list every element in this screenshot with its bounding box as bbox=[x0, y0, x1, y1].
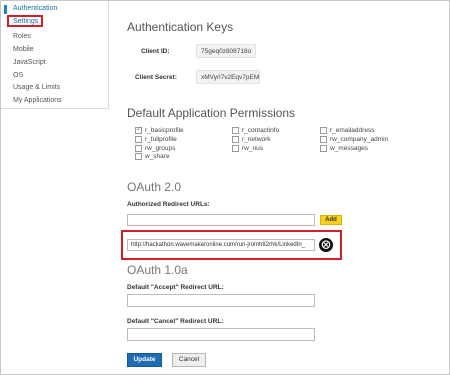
perm-label: w_share bbox=[145, 153, 170, 160]
cancel-url-input[interactable] bbox=[127, 328, 315, 341]
perm-label: r_network bbox=[242, 136, 271, 143]
perm-label: rw_groups bbox=[145, 145, 176, 152]
redirect-url-input[interactable] bbox=[127, 214, 315, 226]
checkbox-r-emailaddress[interactable] bbox=[320, 127, 327, 134]
perm-label: r_basicprofile bbox=[145, 127, 184, 134]
client-secret-label: Client Secret: bbox=[135, 74, 177, 81]
client-secret-value: xMVyrl7v2Eqv7pEM bbox=[196, 70, 260, 84]
checkbox-w-share[interactable] bbox=[135, 153, 142, 160]
perm-rw-company-admin[interactable]: rw_company_admin bbox=[320, 136, 388, 143]
perm-r-contactinfo[interactable]: r_contactinfo bbox=[232, 127, 279, 134]
remove-url-icon[interactable]: ⨂ bbox=[319, 238, 333, 252]
cancel-url-label: Default "Cancel" Redirect URL: bbox=[127, 318, 224, 325]
accept-url-label: Default "Accept" Redirect URL: bbox=[127, 284, 224, 291]
redirect-url-entry[interactable]: http://hackathon.wavemakeronline.com/run… bbox=[127, 239, 315, 251]
checkbox-r-fullprofile[interactable] bbox=[135, 136, 142, 143]
perm-r-basicprofile[interactable]: r_basicprofile bbox=[135, 125, 184, 134]
client-id-value: 75geq0z808718o bbox=[196, 44, 256, 58]
sidebar-item-my-applications[interactable]: My Applications bbox=[13, 97, 62, 104]
perm-rw-nus[interactable]: rw_nus bbox=[232, 145, 263, 152]
perm-label: w_messages bbox=[330, 145, 368, 152]
perm-label: r_fullprofile bbox=[145, 136, 177, 143]
sidebar-item-usage-limits[interactable]: Usage & Limits bbox=[13, 84, 60, 91]
sidebar-item-os[interactable]: OS bbox=[13, 72, 23, 79]
perm-label: r_emailaddress bbox=[330, 127, 375, 134]
perm-r-emailaddress[interactable]: r_emailaddress bbox=[320, 127, 374, 134]
cancel-button[interactable]: Cancel bbox=[172, 353, 206, 367]
perm-label: r_contactinfo bbox=[242, 127, 280, 134]
checkbox-r-basicprofile[interactable] bbox=[135, 125, 142, 134]
perm-r-fullprofile[interactable]: r_fullprofile bbox=[135, 136, 177, 143]
oauth1-heading: OAuth 1.0a bbox=[127, 263, 188, 277]
sidebar-item-mobile[interactable]: Mobile bbox=[13, 46, 34, 53]
redirect-urls-label: Authorized Redirect URLs: bbox=[127, 201, 210, 208]
checkbox-rw-nus[interactable] bbox=[232, 145, 239, 152]
active-indicator bbox=[4, 5, 7, 14]
client-id-label: Client ID: bbox=[141, 48, 170, 55]
sidebar-item-authentication[interactable]: Authentication bbox=[13, 5, 57, 12]
checkbox-r-network[interactable] bbox=[232, 136, 239, 143]
sidebar-item-roles[interactable]: Roles bbox=[13, 33, 31, 40]
perm-label: rw_nus bbox=[242, 145, 263, 152]
perm-r-network[interactable]: r_network bbox=[232, 136, 271, 143]
permissions-heading: Default Application Permissions bbox=[127, 106, 296, 120]
sidebar-item-javascript[interactable]: JavaScript bbox=[13, 59, 46, 66]
sidebar: Authentication Settings Roles Mobile Jav… bbox=[1, 1, 109, 109]
checkbox-w-messages[interactable] bbox=[320, 145, 327, 152]
checkbox-rw-groups[interactable] bbox=[135, 145, 142, 152]
perm-label: rw_company_admin bbox=[330, 136, 389, 143]
oauth2-heading: OAuth 2.0 bbox=[127, 180, 182, 194]
checkbox-rw-company-admin[interactable] bbox=[320, 136, 327, 143]
auth-keys-heading: Authentication Keys bbox=[127, 20, 234, 34]
perm-w-share[interactable]: w_share bbox=[135, 153, 170, 160]
perm-w-messages[interactable]: w_messages bbox=[320, 145, 368, 152]
settings-highlight bbox=[7, 15, 43, 27]
checkbox-r-contactinfo[interactable] bbox=[232, 127, 239, 134]
update-button[interactable]: Update bbox=[127, 353, 162, 367]
accept-url-input[interactable] bbox=[127, 294, 315, 307]
perm-rw-groups[interactable]: rw_groups bbox=[135, 145, 175, 152]
add-url-button[interactable]: Add bbox=[320, 215, 342, 225]
